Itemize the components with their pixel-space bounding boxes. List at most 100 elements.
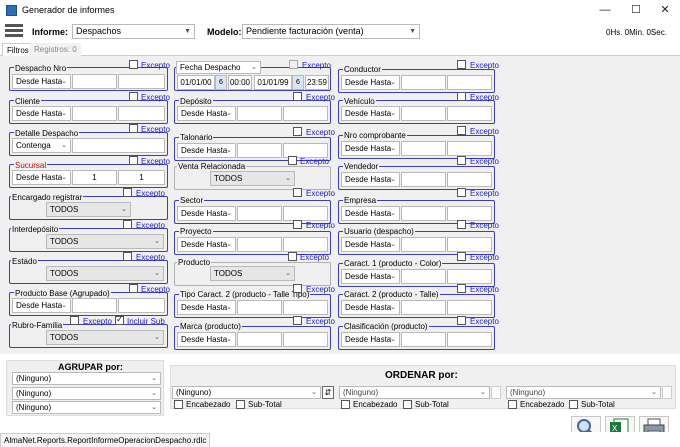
deposito-to-input[interactable] <box>283 106 328 121</box>
detalle-despacho-excepto-checkbox[interactable] <box>129 124 138 133</box>
caract2-to-input[interactable] <box>447 300 492 315</box>
sucursal-from-input[interactable]: 1 <box>72 170 117 185</box>
vehiculo-to-input[interactable] <box>447 106 492 121</box>
deposito-excepto-checkbox[interactable] <box>293 92 302 101</box>
usuario-to-input[interactable] <box>447 237 492 252</box>
encabezado-checkbox-3[interactable] <box>508 400 517 409</box>
proyecto-from-input[interactable] <box>237 237 282 252</box>
tipo-caract2-excepto-checkbox[interactable] <box>293 284 302 293</box>
calendar-icon[interactable]: 6 <box>292 75 304 90</box>
marca-excepto-checkbox[interactable] <box>293 316 302 325</box>
informe-select[interactable]: Despachos ▼ <box>72 24 195 39</box>
fecha-despacho-select[interactable]: Fecha Despacho ⌄ <box>176 61 261 74</box>
vendedor-mode-select[interactable]: Desde Hasta ⌄ <box>341 172 400 187</box>
sucursal-mode-select[interactable]: Desde Hasta ⌄ <box>12 170 71 185</box>
fecha-desde-date[interactable]: 01/01/00 <box>177 75 215 90</box>
estado-excepto-checkbox[interactable] <box>123 252 132 261</box>
caract1-from-input[interactable] <box>401 269 446 284</box>
despacho-nro-to-input[interactable] <box>118 74 165 89</box>
producto-select[interactable]: TODOS ⌄ <box>210 266 295 281</box>
conductor-from-input[interactable] <box>401 75 446 90</box>
vehiculo-from-input[interactable] <box>401 106 446 121</box>
caract2-mode-select[interactable]: Desde Hasta ⌄ <box>341 300 400 315</box>
sector-excepto-checkbox[interactable] <box>293 188 302 197</box>
subtotal-checkbox-3[interactable] <box>569 400 578 409</box>
agrupar-select-2[interactable]: (Ninguno) ⌄ <box>12 387 161 400</box>
interdeposito-select[interactable]: TODOS ⌄ <box>46 234 164 249</box>
empresa-from-input[interactable] <box>401 206 446 221</box>
caract1-mode-select[interactable]: Desde Hasta ⌄ <box>341 269 400 284</box>
fecha-despacho-excepto-checkbox[interactable] <box>289 60 298 69</box>
ordenar-select-2[interactable]: (Ninguno) ⌄ <box>339 386 490 399</box>
fecha-desde-time[interactable]: 00:00 <box>228 75 252 90</box>
marca-mode-select[interactable]: Desde Hasta ⌄ <box>177 332 236 347</box>
empresa-mode-select[interactable]: Desde Hasta ⌄ <box>341 206 400 221</box>
maximize-button[interactable]: ☐ <box>621 2 651 18</box>
sucursal-to-input[interactable]: 1 <box>118 170 165 185</box>
vendedor-excepto-checkbox[interactable] <box>457 156 466 165</box>
nro-comprobante-from-input[interactable] <box>401 141 446 156</box>
empresa-to-input[interactable] <box>447 206 492 221</box>
usuario-excepto-checkbox[interactable] <box>457 220 466 229</box>
deposito-mode-select[interactable]: Desde Hasta ⌄ <box>177 106 236 121</box>
interdeposito-excepto-checkbox[interactable] <box>123 220 132 229</box>
sort-direction-icon[interactable]: ⇵ <box>322 386 334 399</box>
caract2-from-input[interactable] <box>401 300 446 315</box>
subtotal-checkbox-2[interactable] <box>403 400 412 409</box>
tipo-caract2-to-input[interactable] <box>283 300 328 315</box>
vehiculo-excepto-checkbox[interactable] <box>457 92 466 101</box>
talonario-mode-select[interactable]: Desde Hasta ⌄ <box>177 143 236 158</box>
despacho-nro-excepto-checkbox[interactable] <box>129 60 138 69</box>
talonario-from-input[interactable] <box>237 143 282 158</box>
conductor-excepto-checkbox[interactable] <box>457 60 466 69</box>
nro-comprobante-mode-select[interactable]: Desde Hasta ⌄ <box>341 141 400 156</box>
talonario-excepto-checkbox[interactable] <box>293 127 302 136</box>
rubro-familia-select[interactable]: TODOS ⌄ <box>46 330 164 345</box>
clasificacion-from-input[interactable] <box>401 332 446 347</box>
ordenar-select-3[interactable]: (Ninguno) ⌄ <box>506 386 661 399</box>
marca-to-input[interactable] <box>283 332 328 347</box>
clasificacion-mode-select[interactable]: Desde Hasta ⌄ <box>341 332 400 347</box>
cliente-mode-select[interactable]: Desde Hasta ⌄ <box>12 106 71 121</box>
encargado-excepto-checkbox[interactable] <box>123 188 132 197</box>
fecha-hasta-time[interactable]: 23:59 <box>305 75 329 90</box>
empresa-excepto-checkbox[interactable] <box>457 188 466 197</box>
sucursal-excepto-checkbox[interactable] <box>129 156 138 165</box>
rubro-familia-excepto-checkbox[interactable] <box>70 316 79 325</box>
tipo-caract2-mode-select[interactable]: Desde Hasta ⌄ <box>177 300 236 315</box>
clasificacion-to-input[interactable] <box>447 332 492 347</box>
producto-base-mode-select[interactable]: Desde Hasta ⌄ <box>12 298 71 313</box>
tipo-caract2-from-input[interactable] <box>237 300 282 315</box>
incluir-sub-checkbox[interactable] <box>115 314 124 325</box>
deposito-from-input[interactable] <box>237 106 282 121</box>
marca-from-input[interactable] <box>237 332 282 347</box>
nro-comprobante-excepto-checkbox[interactable] <box>457 126 466 135</box>
clasificacion-excepto-checkbox[interactable] <box>457 316 466 325</box>
caract1-excepto-checkbox[interactable] <box>457 252 466 261</box>
despacho-nro-mode-select[interactable]: Desde Hasta ⌄ <box>12 74 71 89</box>
encabezado-checkbox-2[interactable] <box>341 400 350 409</box>
venta-relacionada-excepto-checkbox[interactable] <box>288 156 297 165</box>
modelo-select[interactable]: Pendiente facturación (venta) ▼ <box>242 24 420 39</box>
encabezado-checkbox-1[interactable] <box>174 400 183 409</box>
sort-direction-button-2[interactable] <box>491 386 501 399</box>
menu-icon[interactable] <box>5 24 23 38</box>
vendedor-from-input[interactable] <box>401 172 446 187</box>
report-file-tab[interactable]: AlmaNet.Reports.ReportInformeOperacionDe… <box>0 433 211 447</box>
usuario-mode-select[interactable]: Desde Hasta ⌄ <box>341 237 400 252</box>
cliente-excepto-checkbox[interactable] <box>129 92 138 101</box>
detalle-despacho-input[interactable] <box>72 138 165 153</box>
proyecto-excepto-checkbox[interactable] <box>293 220 302 229</box>
conductor-mode-select[interactable]: Desde Hasta ⌄ <box>341 75 400 90</box>
usuario-from-input[interactable] <box>401 237 446 252</box>
cliente-to-input[interactable] <box>118 106 165 121</box>
producto-base-from-input[interactable] <box>72 298 117 313</box>
nro-comprobante-to-input[interactable] <box>447 141 492 156</box>
subtotal-checkbox-1[interactable] <box>236 400 245 409</box>
agrupar-select-3[interactable]: (Ninguno) ⌄ <box>12 401 161 414</box>
encargado-select[interactable]: TODOS ⌄ <box>46 202 131 217</box>
producto-base-excepto-checkbox[interactable] <box>129 284 138 293</box>
caract1-to-input[interactable] <box>447 269 492 284</box>
vendedor-to-input[interactable] <box>447 172 492 187</box>
venta-relacionada-select[interactable]: TODOS ⌄ <box>210 171 295 186</box>
